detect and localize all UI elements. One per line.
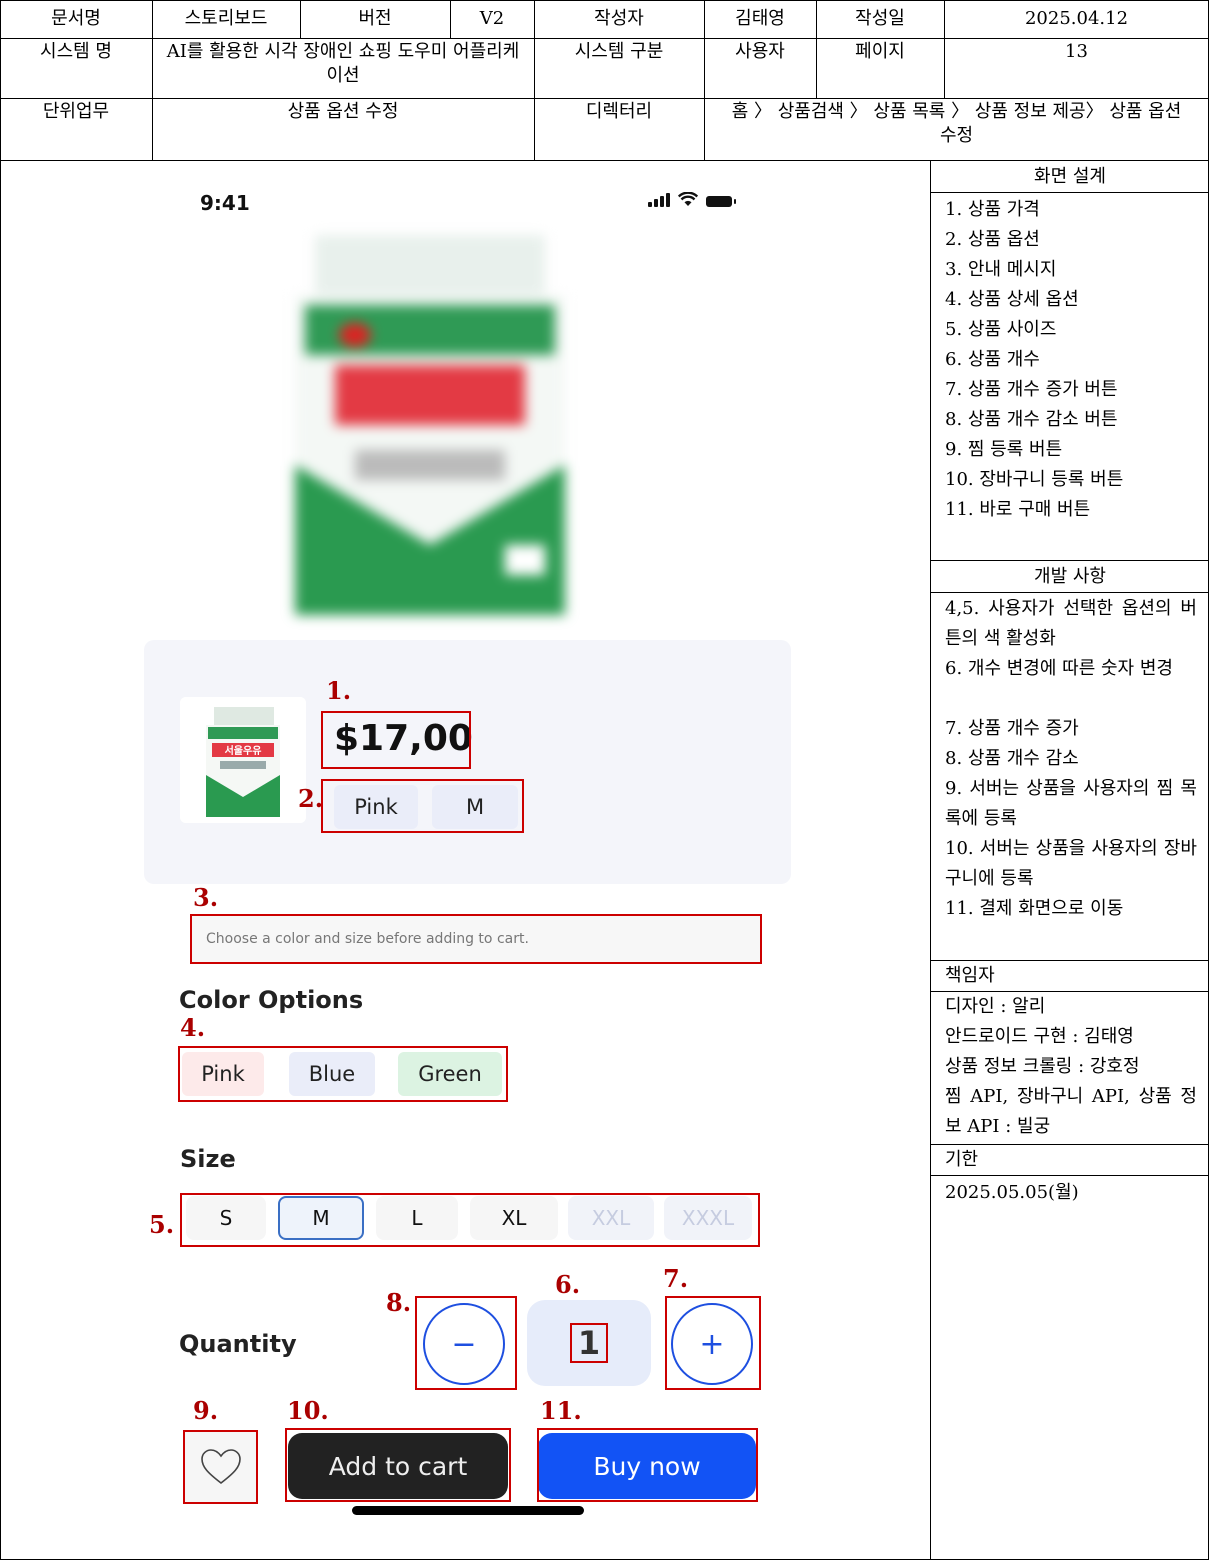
owner-section-title: 책임자 — [945, 965, 995, 986]
annotation-box-buy — [537, 1428, 758, 1502]
battery-icon — [706, 196, 736, 207]
size-title: Size — [180, 1145, 236, 1173]
dev-item: 10. 서버는 상품을 사용자의 장바구니에 등록 — [945, 838, 1197, 889]
page-value: 13 — [1065, 41, 1088, 62]
system-type-label: 시스템 구분 — [574, 41, 664, 62]
doc-name-value: 스토리보드 — [184, 8, 268, 29]
annotation-box-price — [321, 711, 471, 769]
product-thumbnail: 서울우유 — [180, 697, 306, 823]
wifi-icon — [678, 192, 698, 206]
product-image — [295, 235, 565, 615]
design-item: 7. 상품 개수 증가 버튼 — [945, 379, 1118, 400]
dev-item: 6. 개수 변경에 따른 숫자 변경 — [945, 658, 1173, 679]
task-label: 단위업무 — [42, 101, 110, 122]
description-panel: 화면 설계 1. 상품 가격 2. 상품 옵션 3. 안내 메시지 4. 상품 … — [931, 160, 1209, 1560]
status-time: 9:41 — [200, 191, 250, 215]
annotation-number: 9. — [193, 1396, 219, 1425]
dev-item: 11. 결제 화면으로 이동 — [945, 898, 1124, 919]
annotation-number: 7. — [663, 1264, 689, 1293]
owner-item: 안드로이드 구현 : 김태영 — [945, 1026, 1134, 1047]
author-label: 작성자 — [594, 8, 644, 29]
owner-item: 찜 API, 장바구니 API, 상품 정보 API : 빌궁 — [945, 1086, 1197, 1137]
owner-item: 디자인 : 알리 — [945, 996, 1046, 1017]
design-item: 6. 상품 개수 — [945, 349, 1040, 370]
design-item: 3. 안내 메시지 — [945, 259, 1057, 280]
design-section-title: 화면 설계 — [1034, 166, 1106, 187]
color-options-title: Color Options — [179, 986, 364, 1014]
date-label: 작성일 — [855, 8, 905, 29]
dev-section-title: 개발 사항 — [1034, 566, 1106, 587]
page-label: 페이지 — [855, 41, 905, 62]
annotation-number: 11. — [540, 1396, 582, 1425]
design-item: 10. 장바구니 등록 버튼 — [945, 469, 1124, 490]
design-item: 2. 상품 옵션 — [945, 229, 1040, 250]
design-item: 11. 바로 구매 버튼 — [945, 499, 1091, 520]
design-items-list: 1. 상품 가격 2. 상품 옵션 3. 안내 메시지 4. 상품 상세 옵션 … — [945, 195, 1203, 525]
annotation-box-decrease — [415, 1296, 517, 1390]
phone-screen: 9:41 서울우유 $17,00 Pink M Choose a color a… — [0, 160, 930, 1560]
task-value: 상품 옵션 수정 — [287, 101, 399, 122]
annotation-number: 4. — [180, 1013, 206, 1042]
header-table: 문서명 스토리보드 버전 V2 작성자 김태영 작성일 2025.04.12 시… — [0, 0, 1209, 1560]
system-name-value: AI를 활용한 시각 장애인 쇼핑 도우미 어플리케이션 — [166, 41, 520, 86]
home-indicator — [352, 1506, 584, 1515]
annotation-number: 2. — [298, 784, 324, 813]
annotation-box-wishlist — [183, 1430, 258, 1504]
owner-item: 상품 정보 크롤링 : 강호정 — [945, 1056, 1140, 1077]
design-item: 5. 상품 사이즈 — [945, 319, 1057, 340]
annotation-box-colors — [178, 1046, 508, 1102]
design-item: 9. 찜 등록 버튼 — [945, 439, 1063, 460]
design-item: 8. 상품 개수 감소 버튼 — [945, 409, 1118, 430]
status-icons — [648, 192, 736, 207]
annotation-box-chips — [321, 779, 524, 833]
annotation-number: 6. — [555, 1270, 581, 1299]
annotation-box-sizes — [180, 1193, 760, 1247]
version-value: V2 — [479, 8, 505, 29]
directory-value: 홈 〉 상품검색 〉 상품 목록 〉 상품 정보 제공〉 상품 옵션 수정 — [731, 101, 1182, 146]
annotation-number: 3. — [193, 883, 219, 912]
quantity-display: 1 — [527, 1300, 651, 1386]
author-value: 김태영 — [735, 8, 785, 29]
doc-name-label: 문서명 — [51, 8, 101, 29]
design-item: 1. 상품 가격 — [945, 199, 1040, 220]
annotation-box-hint — [190, 914, 762, 964]
deadline-section-title: 기한 — [945, 1149, 979, 1170]
quantity-value: 1 — [569, 1323, 609, 1363]
design-item: 4. 상품 상세 옵션 — [945, 289, 1079, 310]
signal-icon — [648, 193, 670, 207]
dev-item: 9. 서버는 상품을 사용자의 찜 목록에 등록 — [945, 778, 1197, 829]
annotation-number: 10. — [287, 1396, 329, 1425]
version-label: 버전 — [358, 8, 392, 29]
dev-item: 4,5. 사용자가 선택한 옵션의 버튼의 색 활성화 — [945, 598, 1197, 649]
directory-label: 디렉터리 — [585, 101, 653, 122]
annotation-number: 8. — [386, 1288, 412, 1317]
quantity-title: Quantity — [179, 1330, 297, 1358]
svg-text:서울우유: 서울우유 — [225, 744, 262, 757]
annotation-number: 5. — [149, 1210, 175, 1239]
annotation-box-increase — [665, 1296, 761, 1390]
deadline-value: 2025.05.05(월) — [945, 1182, 1079, 1203]
date-value: 2025.04.12 — [1024, 8, 1129, 29]
system-name-label: 시스템 명 — [40, 41, 112, 62]
annotation-number: 1. — [326, 676, 352, 705]
dev-item: 8. 상품 개수 감소 — [945, 748, 1079, 769]
dev-item: 7. 상품 개수 증가 — [945, 718, 1079, 739]
system-type-value: 사용자 — [735, 41, 785, 62]
annotation-box-cart — [285, 1428, 511, 1502]
